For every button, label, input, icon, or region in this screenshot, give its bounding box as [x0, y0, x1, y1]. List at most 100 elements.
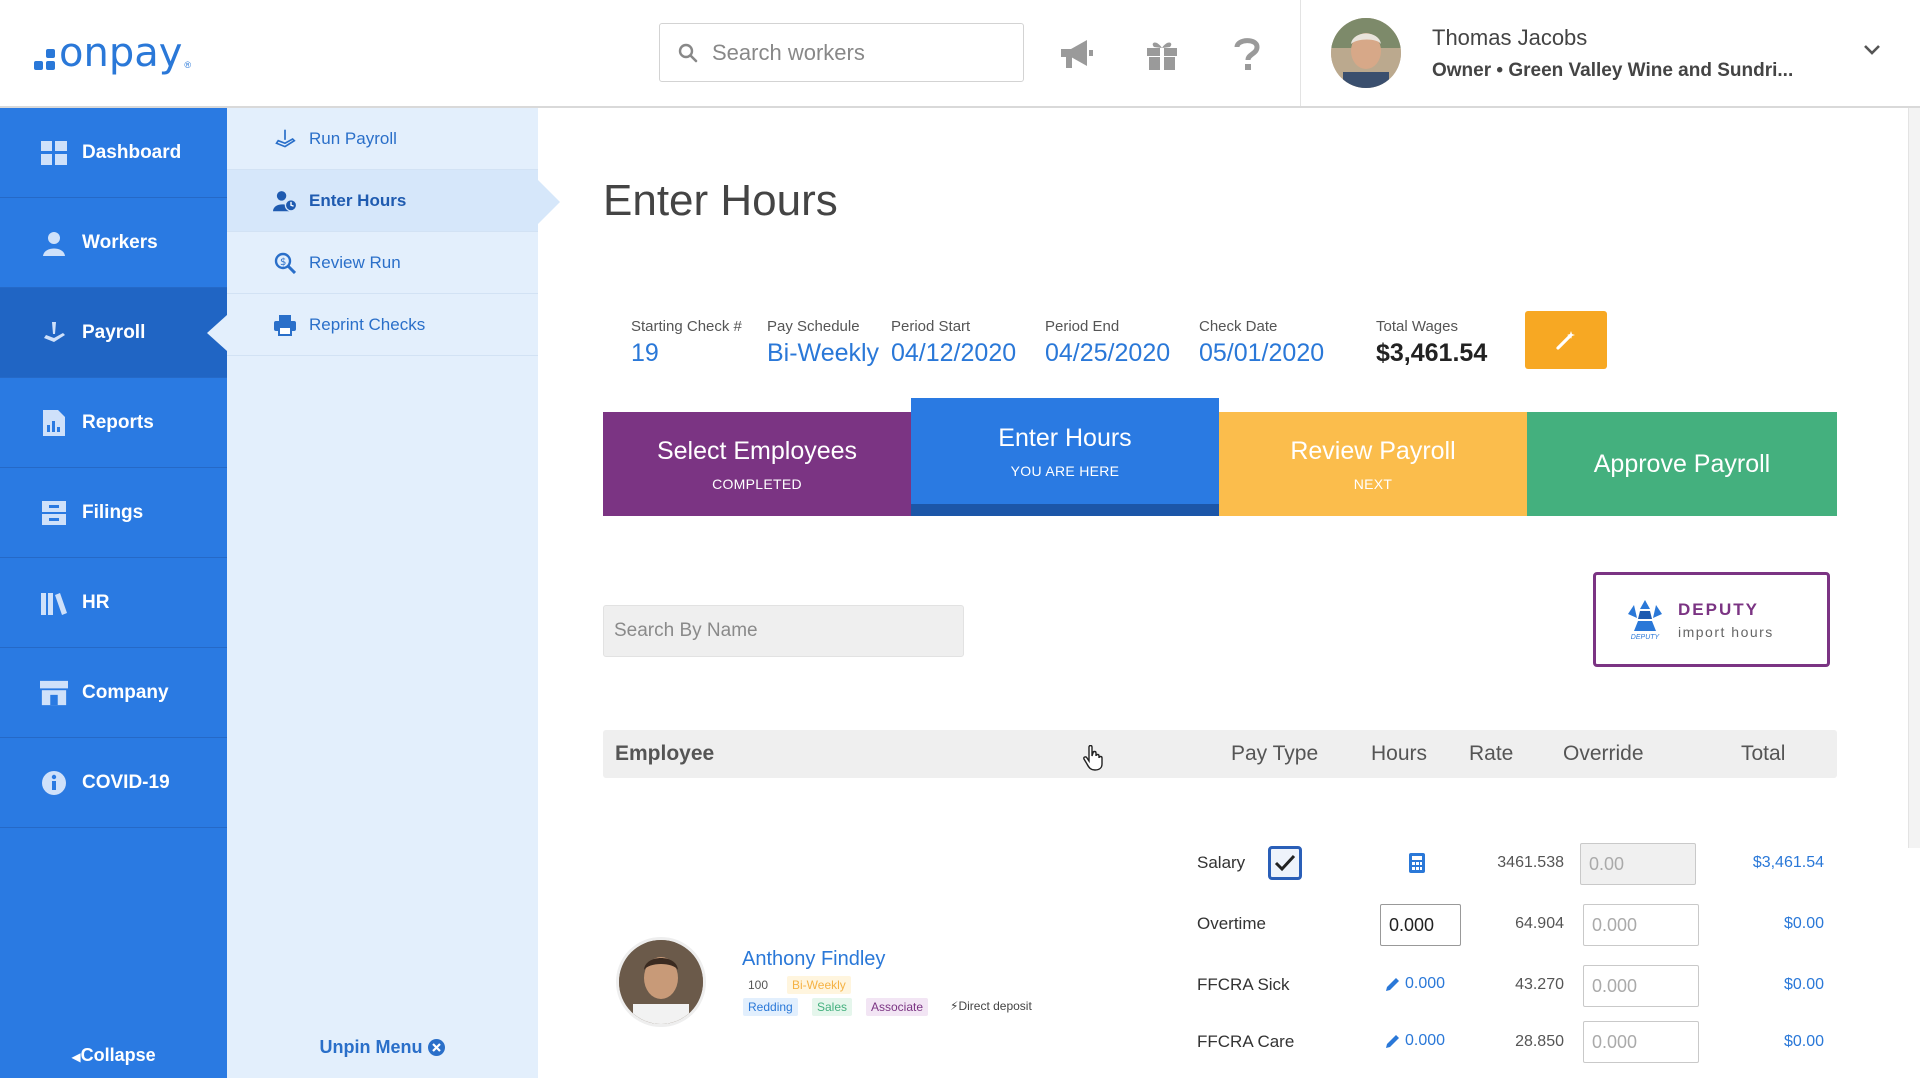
ffcra-sick-hours-edit[interactable]: 0.000 [1385, 975, 1445, 993]
deputy-logo-text: DEPUTY [1630, 633, 1660, 641]
ffcra-care-hours: 0.000 [1405, 1032, 1446, 1049]
page-scrollbar[interactable] [1908, 108, 1920, 848]
stat-label: Check Date [1199, 318, 1278, 335]
onpay-logo[interactable]: onpay ® [34, 30, 191, 76]
employee-avatar [616, 937, 706, 1027]
search-by-name-input[interactable] [604, 606, 963, 656]
submenu-label: Run Payroll [309, 128, 397, 148]
gift-icon [1147, 42, 1177, 70]
deputy-logo-icon [1628, 599, 1662, 631]
hr-icon [41, 592, 67, 615]
pay-type-ffcra-sick: FFCRA Sick [1197, 975, 1290, 994]
ffcra-care-rate: 28.850 [1515, 1033, 1564, 1050]
unpin-menu-button[interactable]: Unpin Menu [227, 1037, 538, 1058]
overtime-override-box[interactable] [1583, 904, 1699, 946]
logo-text: onpay [59, 30, 183, 76]
ffcra-sick-override-input[interactable] [1584, 966, 1698, 1006]
submenu-label: Review Run [309, 252, 401, 272]
gifts-button[interactable] [1138, 30, 1186, 78]
nav-item-covid-19[interactable]: COVID-19 [0, 738, 227, 828]
nav-item-company[interactable]: Company [0, 648, 227, 738]
announcements-button[interactable] [1053, 30, 1101, 78]
overtime-hours-input[interactable] [1381, 905, 1460, 945]
calculator-icon[interactable] [1409, 853, 1425, 873]
stat-starting-check: Starting Check # 19 [631, 318, 742, 368]
page-title: Enter Hours [603, 176, 838, 225]
step-approve-payroll[interactable]: Approve Payroll [1527, 412, 1837, 516]
search-workers-input[interactable] [712, 39, 1012, 66]
step-title: Review Payroll [1290, 436, 1456, 465]
stat-value: 04/12/2020 [891, 339, 1017, 367]
overtime-override-input[interactable] [1584, 905, 1698, 945]
nav-label: HR [82, 591, 110, 613]
pencil-icon [1386, 1035, 1399, 1048]
employee-name-link[interactable]: Anthony Findley [742, 948, 885, 971]
ffcra-sick-override-box[interactable] [1583, 965, 1699, 1007]
search-by-name-box[interactable] [603, 605, 964, 657]
column-header-rate[interactable]: Rate [1469, 742, 1513, 766]
step-review-payroll[interactable]: Review Payroll NEXT [1219, 412, 1527, 516]
nav-item-hr[interactable]: HR [0, 558, 227, 648]
ffcra-sick-total: $0.00 [1783, 976, 1824, 993]
nav-label: Reports [82, 411, 154, 433]
column-header-total[interactable]: Total [1741, 742, 1785, 766]
ffcra-care-override-box[interactable] [1583, 1021, 1699, 1063]
step-select-employees[interactable]: Select Employees COMPLETED [603, 412, 911, 516]
nav-item-filings[interactable]: Filings [0, 468, 227, 558]
dashboard-icon [41, 140, 67, 165]
overtime-total: $0.00 [1783, 915, 1824, 932]
deputy-import-button[interactable]: DEPUTY DEPUTY import hours [1593, 572, 1830, 667]
filings-icon [42, 500, 66, 525]
nav-item-workers[interactable]: Workers [0, 198, 227, 288]
stat-value: 05/01/2020 [1199, 339, 1325, 367]
nav-item-reports[interactable]: Reports [0, 378, 227, 468]
submenu-item-run-payroll[interactable]: Run Payroll [227, 108, 538, 170]
submenu-label: Reprint Checks [309, 314, 426, 334]
question-icon [1234, 38, 1260, 70]
nav-label: Dashboard [82, 141, 182, 163]
nav-label: COVID-19 [82, 771, 170, 793]
ffcra-care-override-input[interactable] [1584, 1022, 1698, 1062]
magic-wand-icon [1556, 331, 1575, 350]
collapse-button[interactable]: ◀Collapse [0, 1045, 227, 1066]
ffcra-care-hours-edit[interactable]: 0.000 [1385, 1032, 1445, 1050]
step-subtitle: COMPLETED [712, 475, 802, 492]
stat-value: 19 [631, 339, 659, 367]
unpin-label: Unpin Menu [319, 1037, 423, 1057]
nav-label: Workers [82, 231, 158, 253]
step-title: Enter Hours [998, 423, 1132, 452]
step-enter-hours[interactable]: Enter Hours YOU ARE HERE [911, 398, 1219, 516]
salary-checkbox[interactable] [1268, 846, 1302, 880]
direct-deposit-label: ⚡Direct deposit [950, 999, 1032, 1013]
submenu-item-review-run[interactable]: $ Review Run [227, 232, 538, 294]
top-header: onpay ® Thomas Jacobs Owner • Green Vall… [0, 0, 1920, 108]
step-subtitle: NEXT [1353, 475, 1393, 492]
submenu-item-reprint-checks[interactable]: Reprint Checks [227, 294, 538, 356]
stat-label: Period Start [891, 318, 971, 335]
ffcra-sick-hours: 0.000 [1405, 975, 1446, 992]
overtime-hours-box[interactable] [1380, 904, 1461, 946]
user-clock-icon [273, 190, 297, 211]
help-button[interactable] [1223, 30, 1271, 78]
search-icon [678, 43, 698, 62]
pay-type-salary: Salary [1197, 853, 1246, 872]
column-header-hours[interactable]: Hours [1371, 742, 1427, 766]
nav-label: Company [82, 681, 169, 703]
direct-deposit-text: Direct deposit [958, 999, 1032, 1013]
column-header-override[interactable]: Override [1563, 742, 1644, 766]
salary-total: $3,461.54 [1752, 854, 1824, 871]
magic-wand-button[interactable] [1525, 311, 1607, 369]
nav-item-dashboard[interactable]: Dashboard [0, 108, 227, 198]
column-header-employee[interactable]: Employee [615, 742, 714, 766]
nav-item-payroll[interactable]: Payroll [0, 288, 227, 378]
stat-check-date: Check Date 05/01/2020 [1199, 318, 1324, 368]
deputy-title: DEPUTY [1678, 599, 1759, 619]
submenu-item-enter-hours[interactable]: Enter Hours [227, 170, 560, 232]
stat-value: 04/25/2020 [1045, 339, 1171, 367]
hand-cursor-icon [1083, 745, 1103, 771]
search-workers-box[interactable] [659, 23, 1024, 82]
column-header-pay-type[interactable]: Pay Type [1231, 742, 1318, 766]
chevron-down-icon[interactable] [1860, 38, 1884, 62]
user-avatar[interactable] [1331, 18, 1401, 88]
stat-label: Pay Schedule [767, 318, 860, 335]
